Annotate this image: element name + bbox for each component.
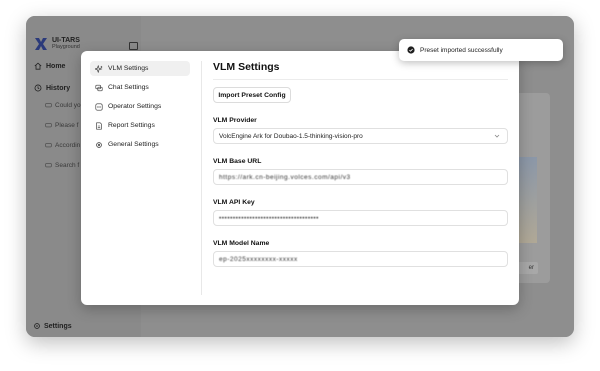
chat-icon [45, 103, 52, 108]
provider-label: VLM Provider [213, 117, 257, 124]
model-name-label: VLM Model Name [213, 240, 270, 247]
base-url-input[interactable]: https://ark.cn-beijing.volces.com/api/v3 [213, 169, 508, 185]
history-item[interactable]: Search f [45, 162, 85, 169]
base-url-label: VLM Base URL [213, 158, 262, 165]
title-divider [213, 79, 508, 80]
settings-nav-label: Operator Settings [108, 103, 162, 110]
sidebar-item-label: History [46, 84, 71, 92]
chevron-down-icon [494, 134, 500, 138]
home-icon [34, 62, 42, 70]
sidebar-toggle-icon[interactable] [129, 42, 138, 50]
report-icon [96, 121, 102, 130]
gear-icon [96, 141, 102, 148]
settings-nav: VLM Settings Chat Settings Operator Sett… [81, 51, 201, 305]
settings-nav-operator[interactable]: Operator Settings [90, 99, 190, 114]
check-circle-icon [407, 46, 415, 54]
api-key-label: VLM API Key [213, 199, 255, 206]
history-item-label: Accordin [55, 142, 81, 149]
sparkles-icon [95, 64, 103, 73]
app-logo [35, 38, 47, 50]
settings-nav-report[interactable]: Report Settings [90, 118, 190, 133]
history-item[interactable]: Could yo [45, 102, 85, 109]
history-item-label: Could yo [55, 102, 81, 109]
history-item[interactable]: Accordin [45, 142, 85, 149]
chat-icon [45, 143, 52, 148]
app-subtitle: Playground [52, 44, 80, 50]
import-preset-button[interactable]: Import Preset Config [213, 87, 291, 103]
settings-nav-general[interactable]: General Settings [90, 137, 190, 152]
settings-nav-label: VLM Settings [108, 65, 149, 72]
model-name-value: ep-2025xxxxxxxx-xxxxx [219, 255, 298, 263]
provider-value: VolcEngine Ark for Doubao-1.5-thinking-v… [219, 132, 363, 140]
history-item[interactable]: Please f [45, 122, 85, 129]
settings-dialog: VLM Settings Chat Settings Operator Sett… [81, 51, 519, 305]
history-item-label: Please f [55, 122, 79, 129]
history-item-label: Search f [55, 162, 80, 169]
success-toast: Preset imported successfully [399, 39, 563, 61]
app-title: UI-TARS [52, 37, 80, 44]
sidebar-item-history[interactable]: History [34, 84, 70, 92]
settings-divider [201, 61, 202, 295]
model-name-input[interactable]: ep-2025xxxxxxxx-xxxxx [213, 251, 508, 267]
chat-icon [45, 123, 52, 128]
settings-title: VLM Settings [213, 61, 280, 73]
settings-label: Settings [44, 322, 72, 330]
settings-nav-label: General Settings [108, 141, 159, 148]
sidebar-settings-button[interactable]: Settings [33, 322, 72, 330]
chat-icon [45, 163, 52, 168]
toast-message: Preset imported successfully [420, 46, 503, 54]
settings-nav-label: Report Settings [108, 122, 155, 129]
history-icon [34, 84, 42, 92]
settings-nav-vlm[interactable]: VLM Settings [90, 61, 190, 76]
app-header: UI-TARS Playground [34, 37, 80, 51]
settings-nav-label: Chat Settings [108, 84, 149, 91]
operator-icon [95, 102, 103, 111]
sidebar-item-home[interactable]: Home [34, 62, 65, 70]
base-url-value: https://ark.cn-beijing.volces.com/api/v3 [219, 173, 351, 181]
api-key-value: •••••••••••••••••••••••••••••••••••• [219, 214, 319, 222]
api-key-input[interactable]: •••••••••••••••••••••••••••••••••••• [213, 210, 508, 226]
chat-icon [95, 84, 103, 91]
gear-icon [34, 323, 40, 329]
provider-select[interactable]: VolcEngine Ark for Doubao-1.5-thinking-v… [213, 128, 508, 144]
sidebar-item-label: Home [46, 62, 66, 70]
settings-nav-chat[interactable]: Chat Settings [90, 80, 190, 95]
